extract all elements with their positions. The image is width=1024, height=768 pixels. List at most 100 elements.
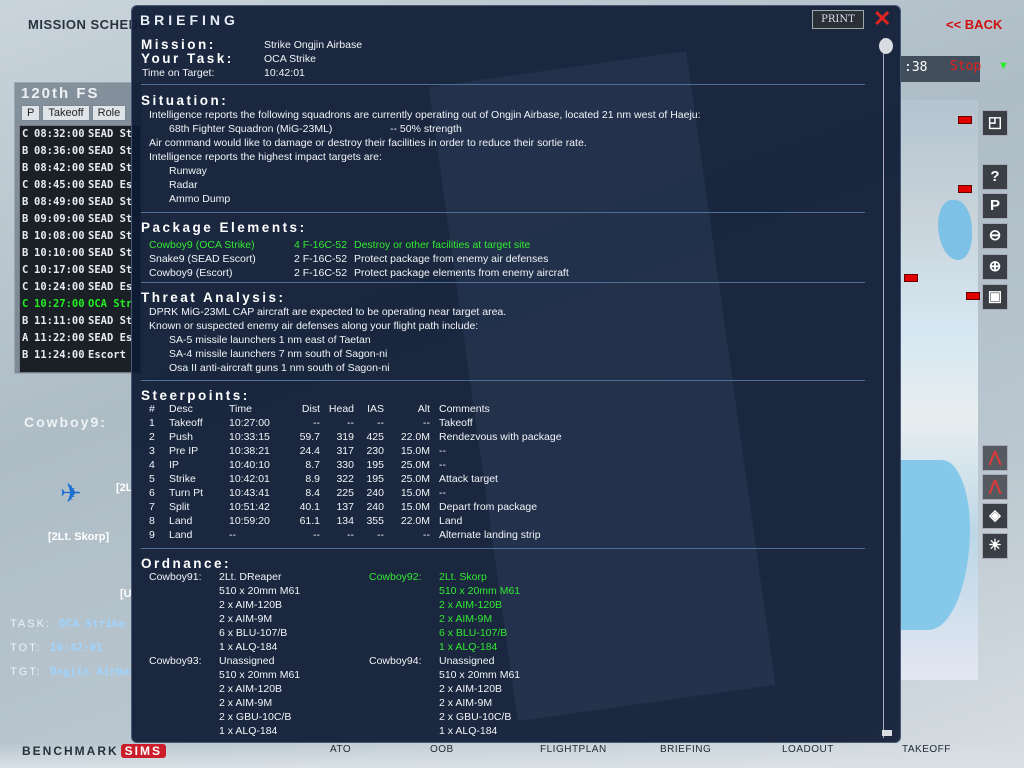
steer-desc: IP	[169, 459, 179, 471]
flight-list-row[interactable]: B 08:42:00 SEAD St	[20, 160, 140, 177]
map-airbase-marker[interactable]	[904, 274, 918, 282]
weather-icon[interactable]: ☀	[982, 533, 1008, 559]
pilot-tag[interactable]: [2Lt. Skorp]	[48, 531, 109, 543]
flight-priority: B	[22, 247, 29, 259]
ordnance-header: Ordnance:	[141, 556, 232, 571]
altitude-profile-icon[interactable]: ⋀	[982, 445, 1008, 471]
flight-priority: B	[22, 145, 29, 157]
nav-briefing[interactable]: BRIEFING	[660, 744, 711, 755]
flight-list-row[interactable]: C 08:32:00 SEAD St	[20, 126, 140, 143]
zoom-in-icon[interactable]: ⊕	[982, 254, 1008, 280]
flight-list-row[interactable]: B 11:11:00 SEAD St	[20, 313, 140, 330]
ordnance-item: 2 x AIM-120B	[439, 683, 503, 695]
ordnance-item-row: 2 x AIM-9M	[132, 697, 852, 711]
your-task-label: Your Task:	[141, 51, 234, 66]
steer-comment: Depart from package	[439, 501, 538, 513]
pilot-tag-partial-2[interactable]: [U	[120, 588, 132, 600]
tab-priority[interactable]: P	[21, 105, 41, 121]
altitude-profile-2-icon[interactable]: ⋀	[982, 474, 1008, 500]
close-icon[interactable]: ✕	[873, 6, 891, 32]
flight-list[interactable]: C 08:32:00 SEAD St B 08:36:00 SEAD St B 08:42:0…	[19, 125, 141, 373]
flight-list-panel: 120th FS P Takeoff Role C 08:32:00 SEAD St…	[14, 82, 142, 374]
threat-item: SA-5 missile launchers 1 nm east of Taet…	[169, 334, 371, 346]
flight-list-row[interactable]: B 10:08:00 SEAD St	[20, 228, 140, 245]
steer-alt: --	[423, 417, 430, 429]
flight-list-row[interactable]: B 08:49:00 SEAD St	[20, 194, 140, 211]
ordnance-item-row: 2 x AIM-120B	[132, 599, 852, 613]
steer-num: 5	[149, 473, 155, 485]
situation-line: Intelligence reports the highest impact …	[149, 151, 382, 163]
ordnance-item: 510 x 20mm M61	[439, 585, 521, 597]
print-button[interactable]: PRINT	[812, 10, 864, 29]
ordnance-callsign: Cowboy94:	[369, 655, 422, 667]
flight-list-row[interactable]: C 10:24:00 SEAD Es	[20, 279, 140, 296]
flight-list-row[interactable]: B 10:10:00 SEAD St	[20, 245, 140, 262]
steer-alt: 25.0M	[400, 473, 430, 485]
chevron-down-icon[interactable]: ▼	[998, 60, 1009, 72]
flight-list-row[interactable]: B 11:24:00 Escort	[20, 347, 140, 364]
map-airbase-marker[interactable]	[966, 292, 980, 300]
flight-list-row[interactable]: A 11:22:00 SEAD Es	[20, 330, 140, 347]
scrollbar-end[interactable]	[882, 730, 892, 736]
steer-dist: 8.4	[305, 487, 320, 499]
your-task-value: OCA Strike	[264, 53, 316, 65]
steer-ias: --	[377, 529, 384, 541]
flight-list-tabs: P Takeoff Role	[21, 105, 127, 121]
flight-priority: B	[22, 315, 29, 327]
flight-priority: A	[22, 332, 29, 344]
flight-list-row[interactable]: B 09:09:00 SEAD St	[20, 211, 140, 228]
steer-dist: 8.9	[305, 473, 320, 485]
brand-text: BENCHMARK	[22, 744, 119, 758]
nav-ato[interactable]: ATO	[330, 744, 351, 755]
steer-desc: Desc	[169, 403, 193, 415]
steer-desc: Pre IP	[169, 445, 199, 457]
clock-speed-select[interactable]: Stop	[950, 59, 981, 74]
steer-num: 1	[149, 417, 155, 429]
target-item: Radar	[169, 179, 198, 191]
ordnance-item-row: 2 x GBU-10C/B	[132, 711, 852, 725]
tab-role[interactable]: Role	[91, 105, 127, 121]
target-item: Ammo Dump	[169, 193, 231, 205]
package-name: Cowboy9 (OCA Strike)	[149, 239, 255, 251]
flight-list-row[interactable]: C 08:45:00 SEAD Es	[20, 177, 140, 194]
nav-oob[interactable]: OOB	[430, 744, 454, 755]
steer-alt: 22.0M	[400, 431, 430, 443]
steer-comment: --	[439, 487, 446, 499]
tgt-label: TGT:	[10, 666, 42, 678]
nav-loadout[interactable]: LOADOUT	[782, 744, 834, 755]
package-icon[interactable]: P	[982, 193, 1008, 219]
map-airbase-marker[interactable]	[958, 185, 972, 193]
flight-takeoff-time: 08:49:00	[34, 196, 85, 208]
flight-role: SEAD St	[88, 213, 133, 225]
map-airbase-marker[interactable]	[958, 116, 972, 124]
tab-takeoff[interactable]: Takeoff	[42, 105, 90, 121]
steer-num: #	[149, 403, 155, 415]
ordnance-pilot: Unassigned	[439, 655, 495, 667]
steer-dist: 59.7	[299, 431, 320, 443]
layers-icon[interactable]: ◈	[982, 503, 1008, 529]
flight-list-row[interactable]: C 10:17:00 SEAD St	[20, 262, 140, 279]
nav-takeoff[interactable]: TAKEOFF	[902, 744, 951, 755]
flight-priority: C	[22, 128, 29, 140]
help-icon[interactable]: ?	[982, 164, 1008, 190]
nav-flightplan[interactable]: FLIGHTPLAN	[540, 744, 607, 755]
steerpoints-header: Steerpoints:	[141, 388, 250, 403]
fit-map-icon[interactable]: ▣	[982, 284, 1008, 310]
scrollbar-thumb[interactable]	[879, 38, 893, 54]
steer-desc: Strike	[169, 473, 196, 485]
time-on-target-value: 10:42:01	[264, 67, 305, 79]
zoom-out-icon[interactable]: ⊖	[982, 223, 1008, 249]
steer-desc: Takeoff	[169, 417, 203, 429]
ordnance-item-row: 1 x ALQ-184	[132, 725, 852, 739]
ordnance-item-row: 1 x ALQ-184	[132, 641, 852, 655]
tgt-summary: TGT: Ongjin Airbase	[10, 665, 143, 678]
flight-list-row[interactable]: C 10:27:00 OCA Str	[20, 296, 140, 313]
ordnance-item: 1 x ALQ-184	[439, 641, 498, 653]
resize-map-icon[interactable]: ◰	[982, 110, 1008, 136]
scrollbar-track[interactable]	[883, 38, 891, 738]
flight-list-row[interactable]: B 08:36:00 SEAD St	[20, 143, 140, 160]
flight-takeoff-time: 08:45:00	[34, 179, 85, 191]
back-button[interactable]: << BACK	[946, 17, 1002, 32]
package-task: Destroy or other facilities at target si…	[354, 239, 531, 251]
situation-squadron: 68th Fighter Squadron (MiG-23ML)	[169, 123, 333, 135]
